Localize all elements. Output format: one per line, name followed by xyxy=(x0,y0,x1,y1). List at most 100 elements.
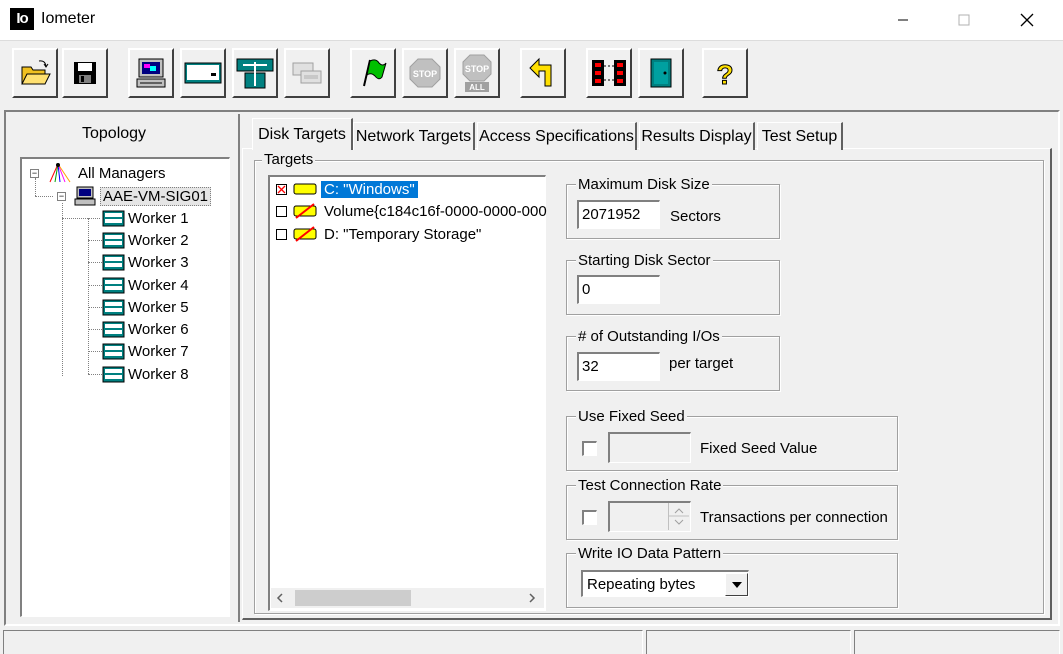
connection-rate-checkbox[interactable] xyxy=(582,510,597,525)
start-network-worker-button[interactable] xyxy=(232,48,278,98)
connection-rate-spinner[interactable] xyxy=(668,503,689,530)
floppy-disk-icon xyxy=(74,62,96,84)
minimize-button[interactable] xyxy=(880,0,926,40)
target-checkbox[interactable] xyxy=(276,228,287,240)
reset-arrow-icon xyxy=(529,57,552,87)
tree-worker[interactable]: Worker 8 xyxy=(102,363,191,385)
write-pattern-value: Repeating bytes xyxy=(587,576,696,593)
tab-test-setup[interactable]: Test Setup xyxy=(757,122,843,150)
start-tests-button[interactable] xyxy=(350,48,396,98)
tab-access-specifications[interactable]: Access Specifications xyxy=(477,122,637,150)
computer-icon xyxy=(136,58,166,88)
save-config-button[interactable] xyxy=(62,48,108,98)
title-bar: Io Iometer xyxy=(0,0,1063,40)
tab-results-display[interactable]: Results Display xyxy=(639,122,755,150)
tree-all-managers[interactable]: All Managers xyxy=(46,162,168,184)
status-pane-2 xyxy=(646,630,851,654)
worker-label: Worker 5 xyxy=(128,298,189,316)
all-managers-icon xyxy=(49,163,71,183)
scroll-right-icon[interactable] xyxy=(527,593,537,603)
scroll-left-icon[interactable] xyxy=(275,593,285,603)
outstanding-ios-input[interactable]: 32 xyxy=(577,352,660,381)
scroll-thumb[interactable] xyxy=(295,590,411,606)
about-label: ? xyxy=(716,59,733,90)
worker-label: Worker 3 xyxy=(128,253,189,271)
manager-computer-icon xyxy=(74,186,96,206)
outstanding-ios-title: # of Outstanding I/Os xyxy=(576,328,722,345)
minimize-icon xyxy=(898,19,908,21)
target-item-d[interactable]: D: "Temporary Storage" xyxy=(276,223,484,245)
start-disk-worker-button[interactable] xyxy=(180,48,226,98)
max-disk-size-title: Maximum Disk Size xyxy=(576,176,712,193)
about-button[interactable]: ? xyxy=(702,48,748,98)
disk-worker-icon xyxy=(184,62,222,84)
stop-button: STOP xyxy=(402,48,448,98)
starting-sector-input[interactable]: 0 xyxy=(577,275,660,304)
max-disk-size-unit: Sectors xyxy=(670,208,721,225)
targets-title: Targets xyxy=(262,151,316,168)
tree-worker[interactable]: Worker 6 xyxy=(102,318,191,340)
fixed-seed-input[interactable] xyxy=(608,432,691,463)
worker-disk-icon xyxy=(102,343,125,360)
topology-title: Topology xyxy=(82,125,147,142)
disk-unprepared-icon xyxy=(293,226,317,242)
tree-worker[interactable]: Worker 7 xyxy=(102,340,191,362)
write-pattern-dropdown-button[interactable] xyxy=(725,573,748,596)
reset-workers-button[interactable] xyxy=(520,48,566,98)
target-item-c[interactable]: C: "Windows" xyxy=(276,178,418,200)
worker-disk-icon xyxy=(102,210,125,227)
worker-disk-icon xyxy=(102,232,125,249)
tab-disk-targets[interactable]: Disk Targets xyxy=(252,118,353,150)
worker-disk-icon xyxy=(102,299,125,316)
targets-hscrollbar[interactable] xyxy=(271,588,544,608)
tree-manager[interactable]: AAE-VM-SIG01 xyxy=(74,185,212,207)
duplicate-icon xyxy=(292,62,322,84)
target-label: D: "Temporary Storage" xyxy=(324,225,482,243)
worker-label: Worker 6 xyxy=(128,320,189,338)
maximize-icon xyxy=(958,14,970,26)
question-icon: ? xyxy=(716,59,734,91)
max-disk-size-input[interactable]: 2071952 xyxy=(577,200,660,229)
close-button[interactable] xyxy=(1004,0,1050,40)
network-worker-icon xyxy=(236,58,274,89)
worker-label: Worker 1 xyxy=(128,209,189,227)
target-checkbox[interactable] xyxy=(276,205,287,217)
status-pane-3 xyxy=(854,630,1060,654)
stop-all-icon: STOP ALL xyxy=(462,54,492,92)
target-label: Volume{c184c16f-0000-0000-000 xyxy=(324,202,547,220)
worker-label: Worker 4 xyxy=(128,276,189,294)
outstanding-ios-unit: per target xyxy=(669,355,734,372)
close-icon xyxy=(1020,13,1034,27)
open-folder-icon xyxy=(21,60,51,85)
stop-icon: STOP xyxy=(409,58,441,88)
exit-door-icon xyxy=(650,58,672,88)
exit-button[interactable] xyxy=(638,48,684,98)
tree-worker[interactable]: Worker 1 xyxy=(102,207,191,229)
start-manager-button[interactable] xyxy=(128,48,174,98)
collapse-manager[interactable]: − xyxy=(57,192,66,201)
tab-network-targets[interactable]: Network Targets xyxy=(353,122,475,150)
collapse-all-managers[interactable]: − xyxy=(30,169,39,178)
tree-worker[interactable]: Worker 2 xyxy=(102,229,191,251)
status-pane-main xyxy=(3,630,643,654)
write-pattern-select[interactable]: Repeating bytes xyxy=(581,570,749,597)
chevron-down-icon xyxy=(731,581,742,588)
disconnect-icon xyxy=(592,60,626,86)
tree-worker[interactable]: Worker 5 xyxy=(102,296,191,318)
worker-disk-icon xyxy=(102,321,125,338)
starting-sector-title: Starting Disk Sector xyxy=(576,252,713,269)
worker-disk-icon xyxy=(102,277,125,294)
fixed-seed-checkbox[interactable] xyxy=(582,441,597,456)
disconnect-managers-button[interactable] xyxy=(586,48,632,98)
stop-all-label: STOP xyxy=(465,64,489,74)
target-checkbox[interactable] xyxy=(276,183,287,195)
target-label: C: "Windows" xyxy=(321,180,418,198)
target-item-volume[interactable]: Volume{c184c16f-0000-0000-000 xyxy=(276,200,550,222)
connection-rate-label: Transactions per connection xyxy=(700,509,888,526)
worker-label: Worker 2 xyxy=(128,231,189,249)
open-config-button[interactable] xyxy=(12,48,58,98)
write-pattern-title: Write IO Data Pattern xyxy=(576,545,724,562)
stop-all-label-2: ALL xyxy=(469,83,485,92)
tree-worker[interactable]: Worker 4 xyxy=(102,274,191,296)
tree-worker[interactable]: Worker 3 xyxy=(102,251,191,273)
